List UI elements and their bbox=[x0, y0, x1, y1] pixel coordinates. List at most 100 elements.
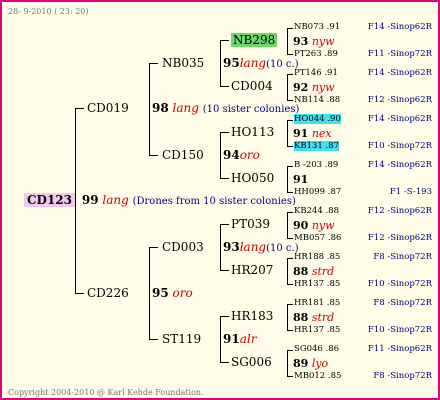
gen4-id: HO044 bbox=[294, 114, 325, 124]
gen4-species: F8 -Sinop72R bbox=[373, 298, 432, 308]
gen4-id[interactable]: SG046 bbox=[294, 344, 323, 354]
gen3-race: strd bbox=[311, 265, 335, 278]
line bbox=[287, 28, 293, 29]
gen4-id[interactable]: HR188 bbox=[294, 252, 324, 262]
gen2-race: lang bbox=[239, 240, 267, 254]
line bbox=[220, 316, 229, 317]
line bbox=[220, 270, 229, 271]
gen3-queen: CD004 bbox=[231, 80, 273, 93]
gen1-info: 95 oro bbox=[152, 287, 193, 300]
root-id[interactable]: CD123 bbox=[24, 193, 76, 207]
gen4-entry: PT263 .89 bbox=[294, 48, 338, 61]
gen2-info: 91alr bbox=[223, 333, 256, 346]
gen3-queen: HO050 bbox=[231, 172, 274, 185]
gen3-id[interactable]: HR183 bbox=[231, 309, 273, 323]
line bbox=[75, 108, 84, 109]
gen4-entry: PT146 .91 bbox=[294, 67, 338, 80]
gen3-race: lyo bbox=[311, 357, 329, 370]
gen2-id[interactable]: CD003 bbox=[162, 240, 204, 254]
gen4-id[interactable]: HR181 bbox=[294, 298, 324, 308]
gen4-id[interactable]: B -203 bbox=[294, 160, 322, 170]
gen4-id[interactable]: HR137 bbox=[294, 325, 324, 335]
line bbox=[287, 166, 293, 167]
line bbox=[287, 28, 288, 55]
gen2-id[interactable]: CD150 bbox=[162, 148, 204, 162]
line bbox=[287, 100, 293, 101]
gen1-queen: CD019 bbox=[87, 102, 129, 115]
gen3-queen: NB298 bbox=[231, 33, 278, 47]
gen4-entry: HR137 .85 bbox=[294, 278, 340, 291]
gen3-num: 88 bbox=[293, 265, 309, 278]
line bbox=[149, 63, 158, 64]
line bbox=[287, 258, 288, 285]
line bbox=[287, 74, 293, 75]
gen3-info: 93 nyw bbox=[293, 35, 335, 48]
gen3-num: 92 bbox=[293, 81, 309, 94]
gen2-num: 91 bbox=[223, 332, 240, 346]
gen3-id[interactable]: SG006 bbox=[231, 355, 272, 369]
gen3-info: 92 nyw bbox=[293, 81, 335, 94]
line bbox=[287, 120, 288, 147]
gen4-val: .85 bbox=[326, 298, 341, 308]
line bbox=[220, 178, 229, 179]
gen4-val: .90 bbox=[327, 114, 341, 124]
line bbox=[220, 316, 221, 363]
line bbox=[149, 247, 158, 248]
gen3-race: nyw bbox=[311, 81, 335, 94]
gen4-species: F14 -Sinop62R bbox=[367, 114, 432, 124]
line bbox=[220, 224, 221, 271]
gen2-race: lang bbox=[239, 56, 267, 70]
line bbox=[220, 132, 221, 179]
gen4-val: .86 bbox=[325, 344, 340, 354]
line bbox=[287, 166, 288, 193]
gen3-id[interactable]: HO050 bbox=[231, 171, 274, 185]
gen2-id[interactable]: NB035 bbox=[162, 56, 204, 70]
gen3-info: 91 nex bbox=[293, 127, 332, 140]
gen4-id[interactable]: HH099 bbox=[294, 187, 325, 197]
line bbox=[287, 376, 293, 377]
gen4-id[interactable]: PT263 bbox=[294, 49, 322, 59]
gen4-entry: MB012 .85 bbox=[294, 370, 341, 383]
gen2-queen: CD150 bbox=[162, 149, 204, 162]
gen1-id[interactable]: CD226 bbox=[87, 286, 129, 300]
gen4-entry: KB244 .88 bbox=[294, 205, 339, 218]
gen3-id[interactable]: NB298 bbox=[231, 33, 278, 47]
line bbox=[287, 120, 293, 121]
gen4-id[interactable]: MB012 bbox=[294, 371, 325, 381]
gen3-id[interactable]: HO113 bbox=[231, 125, 274, 139]
gen3-num: 88 bbox=[293, 311, 309, 324]
gen4-id-highlighted[interactable]: HO044 .90 bbox=[294, 114, 341, 124]
gen1-info: 98 lang (10 sister colonies) bbox=[152, 102, 299, 116]
gen3-id[interactable]: CD004 bbox=[231, 79, 273, 93]
line bbox=[220, 86, 229, 87]
gen1-id[interactable]: CD019 bbox=[87, 101, 129, 115]
root-num: 99 bbox=[81, 193, 99, 207]
gen4-id[interactable]: MB057 bbox=[294, 233, 325, 243]
line bbox=[220, 40, 229, 41]
gen3-race: strd bbox=[311, 311, 335, 324]
gen4-id[interactable]: KB244 bbox=[294, 206, 323, 216]
gen4-id[interactable]: NB073 bbox=[294, 22, 324, 32]
gen4-species: F14 -Sinop62R bbox=[367, 22, 432, 32]
gen2-queen: CD003 bbox=[162, 241, 204, 254]
gen4-entry: HR181 .85 bbox=[294, 297, 340, 310]
gen4-entry: NB073 .91 bbox=[294, 21, 340, 34]
gen4-id-highlighted[interactable]: KB131 .87 bbox=[294, 141, 340, 151]
gen1-num: 98 bbox=[152, 101, 169, 115]
line bbox=[287, 350, 293, 351]
gen4-species: F10 -Sinop72R bbox=[367, 141, 432, 151]
gen2-id[interactable]: ST119 bbox=[162, 332, 201, 346]
gen4-id[interactable]: PT146 bbox=[294, 68, 322, 78]
gen2-info: 95lang(10 c.) bbox=[223, 57, 299, 71]
gen4-species: F10 -Sinop72R bbox=[367, 279, 432, 289]
gen3-id[interactable]: HR207 bbox=[231, 263, 273, 277]
gen2-info: 94oro bbox=[223, 149, 260, 162]
gen3-info: 88 strd bbox=[293, 265, 334, 278]
line bbox=[220, 40, 221, 87]
gen3-id[interactable]: PT039 bbox=[231, 217, 270, 231]
line bbox=[287, 212, 288, 239]
line bbox=[149, 63, 150, 155]
line bbox=[287, 54, 293, 55]
gen4-id[interactable]: NB114 bbox=[294, 95, 324, 105]
gen4-id[interactable]: HR137 bbox=[294, 279, 324, 289]
